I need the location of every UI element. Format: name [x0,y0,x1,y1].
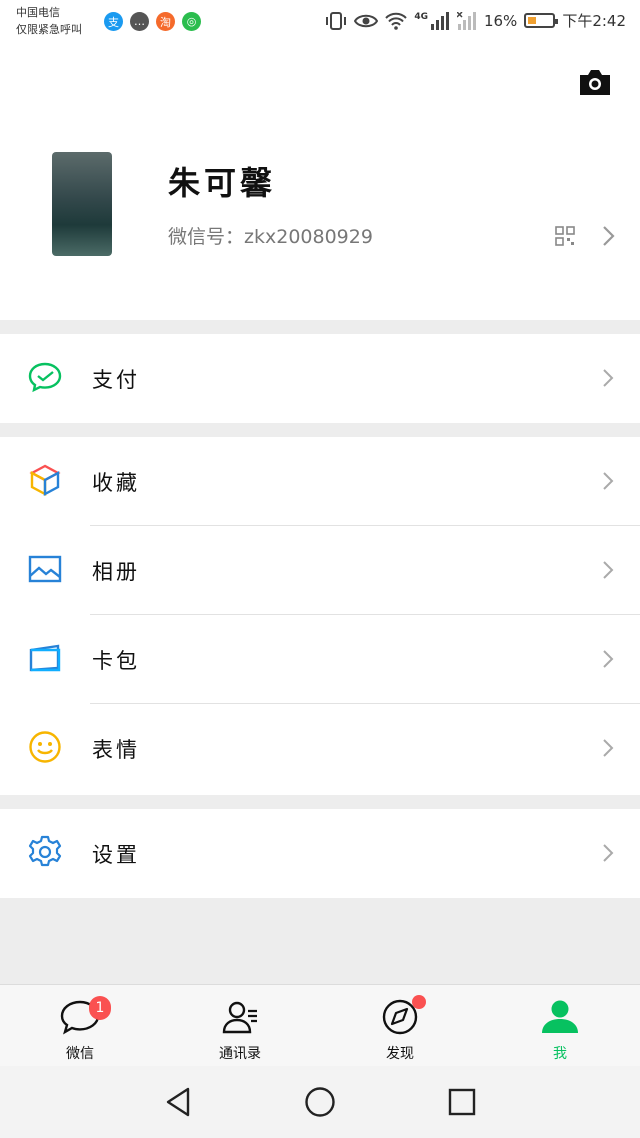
menu-item-pay[interactable]: 支付 [0,334,640,423]
chevron-right-icon [603,650,614,668]
album-picture-icon [28,555,62,583]
signal-no-sim-icon [456,11,476,30]
signal-icon [430,11,449,30]
tab-contacts[interactable]: 通讯录 [160,985,320,1067]
recents-icon[interactable] [448,1086,476,1118]
wallet-pay-icon [28,362,62,393]
contacts-icon [222,1001,257,1034]
chevron-right-icon [603,844,614,862]
favorites-cube-icon [29,464,61,497]
chevron-right-icon [603,369,614,387]
chevron-right-icon [603,472,614,490]
clock: 下午2:42 [562,12,626,30]
back-icon[interactable] [164,1086,192,1118]
carrier-name: 中国电信 [16,6,60,19]
card-wallet-icon [29,644,61,672]
system-status: 4G 16% 下午2:42 [325,10,626,31]
wechat-id-label: 微信号： [168,226,245,248]
smiley-face-icon [29,731,61,763]
menu-label-cards: 卡包 [92,649,140,673]
profile-name: 朱可馨 [168,164,277,202]
tab-label-chats: 微信 [66,1046,94,1062]
tab-chats[interactable]: 1 微信 [0,985,160,1067]
chevron-right-icon [603,561,614,579]
gear-icon [28,835,62,867]
menu-item-stickers[interactable]: 表情 [0,704,640,793]
tab-discover[interactable]: 发现 [320,985,480,1067]
menu-item-cards[interactable]: 卡包 [0,615,640,704]
menu-item-settings[interactable]: 设置 [0,809,640,898]
taobao-icon: 淘 [156,12,175,31]
menu-label-favorites: 收藏 [92,471,140,495]
person-icon [542,1000,578,1033]
chevron-right-icon [603,226,615,246]
tab-me[interactable]: 我 [480,985,640,1067]
bottom-tab-bar: 1 微信 通讯录 发现 我 [0,984,640,1067]
menu-group-main: 收藏 相册 卡包 表情 [0,437,640,795]
app-icon: ◎ [182,12,201,31]
menu-item-album[interactable]: 相册 [0,526,640,615]
wechat-id: 微信号：zkx20080929 [168,222,373,249]
menu-label-stickers: 表情 [92,738,140,762]
wechat-id-value: zkx20080929 [244,226,373,248]
tab-label-contacts: 通讯录 [219,1046,261,1062]
wifi-icon [385,12,408,30]
eye-icon [354,14,379,27]
qr-code-icon[interactable] [555,226,575,246]
menu-label-album: 相册 [92,560,140,584]
menu-group-pay: 支付 [0,334,640,423]
alipay-icon: 支 [104,12,123,31]
home-icon[interactable] [304,1086,336,1118]
unread-badge: 1 [89,996,111,1020]
menu-group-settings: 设置 [0,809,640,898]
network-type: 4G [414,11,428,22]
camera-icon[interactable] [578,66,612,98]
status-bar: 中国电信 仅限紧急呼叫 支 … 淘 ◎ 4G 16% 下午2:42 [0,0,640,44]
battery-percent: 16% [483,11,518,30]
tab-label-me: 我 [553,1046,567,1062]
menu-label-settings: 设置 [92,843,140,867]
profile-header[interactable]: 朱可馨 微信号：zkx20080929 [0,44,640,320]
carrier-info: 中国电信 仅限紧急呼叫 [16,4,82,38]
carrier-status: 仅限紧急呼叫 [16,23,82,36]
chat-bubble-icon: … [130,12,149,31]
tab-label-discover: 发现 [386,1046,414,1062]
notification-icons: 支 … 淘 ◎ [104,12,201,31]
battery-icon [524,13,559,28]
notification-dot [412,995,426,1009]
chevron-right-icon [603,739,614,757]
menu-item-favorites[interactable]: 收藏 [0,437,640,526]
vibrate-icon [326,11,347,30]
system-nav-bar [0,1066,640,1138]
menu-label-pay: 支付 [92,368,140,392]
avatar[interactable] [52,152,112,256]
